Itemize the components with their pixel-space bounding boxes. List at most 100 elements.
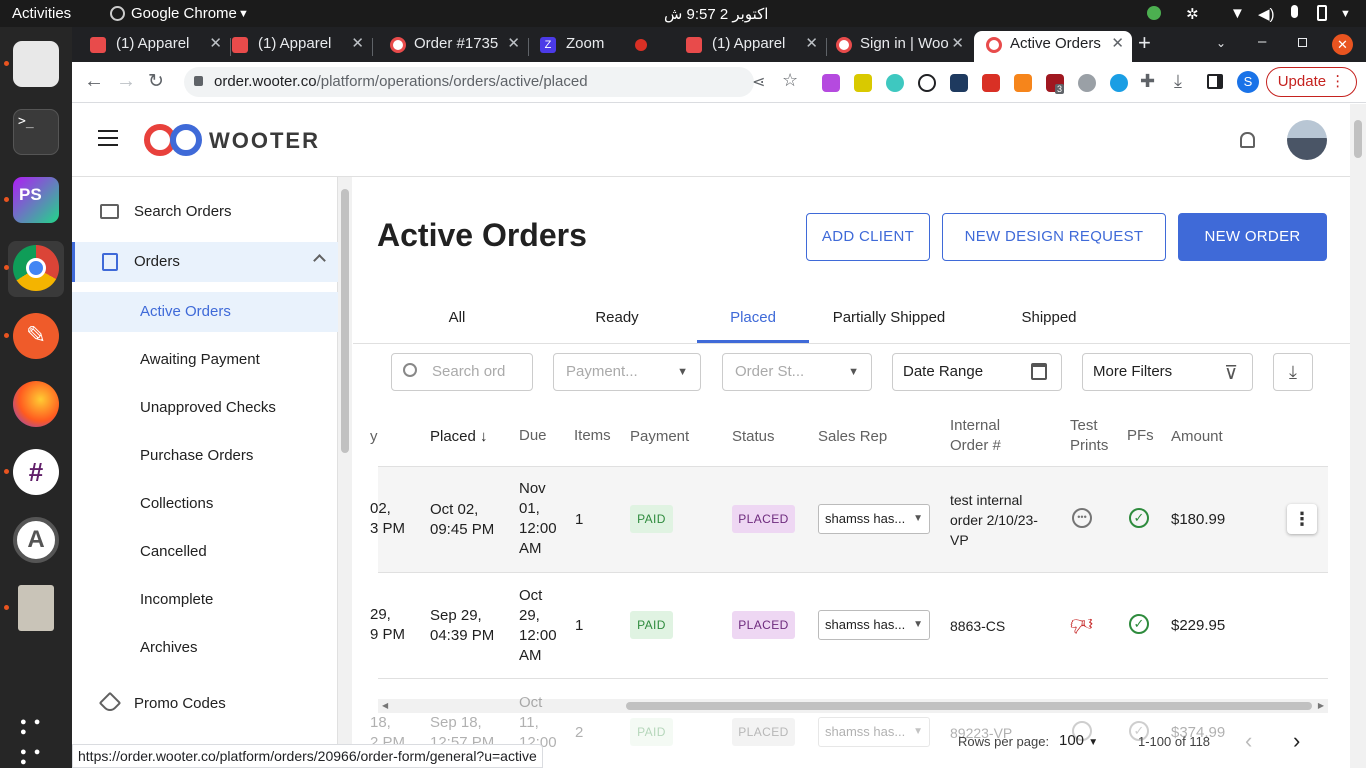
clock[interactable]: اکتوبر 2 9:57 ش — [664, 5, 768, 23]
sidebar-item-collections[interactable]: Collections — [72, 484, 338, 524]
bookmark-star-icon[interactable]: ☆ — [782, 70, 798, 91]
download-icon[interactable]: ⤓ — [1174, 71, 1182, 92]
extension-pen-icon[interactable] — [822, 74, 840, 92]
show-apps-grid-icon[interactable]: ● ● ●● ● ●● ● ● — [20, 717, 52, 768]
settings-tray-icon[interactable]: ✲ — [1186, 5, 1199, 23]
phpstorm-icon[interactable]: PS — [13, 177, 59, 223]
extension-bolt-icon[interactable] — [854, 74, 872, 92]
browser-tab[interactable]: Order #1735 ✕ — [372, 31, 528, 62]
row-actions-kebab-icon[interactable]: ⋮ — [1287, 504, 1317, 534]
hamburger-menu-icon[interactable] — [98, 130, 118, 146]
column-header-due[interactable]: Due — [519, 426, 547, 446]
date-range-filter[interactable]: Date Range — [892, 353, 1062, 391]
wifi-icon[interactable]: ▼ — [1230, 5, 1245, 22]
extension-globe-icon[interactable] — [1078, 74, 1096, 92]
rows-per-page-select[interactable]: 100 ▼ — [1059, 732, 1098, 749]
sidebar-item-archives[interactable]: Archives — [72, 628, 338, 668]
sidebar-item-unapproved-checks[interactable]: Unapproved Checks — [72, 388, 338, 428]
tab-shipped[interactable]: Shipped — [969, 299, 1129, 343]
browser-tab[interactable] — [617, 31, 667, 62]
page-scrollbar[interactable] — [1350, 104, 1366, 768]
test-prints-pending-icon[interactable]: ••• — [1072, 508, 1092, 528]
close-tab-icon[interactable]: ✕ — [951, 31, 964, 57]
column-header-pfs[interactable]: PFs — [1127, 426, 1154, 446]
sidebar-item-promo-codes[interactable]: Promo Codes — [72, 684, 338, 724]
tab-all[interactable]: All — [377, 299, 537, 343]
search-orders-input[interactable]: Search ord — [391, 353, 533, 391]
extensions-puzzle-icon[interactable]: ✚ — [1140, 71, 1155, 92]
column-header-payment[interactable]: Payment — [630, 427, 689, 447]
sidebar-item-orders[interactable]: Orders — [72, 242, 338, 282]
previous-page-icon[interactable]: ‹ — [1245, 728, 1252, 754]
chevron-up-icon[interactable] — [313, 254, 326, 267]
extension-react-icon[interactable] — [982, 74, 1000, 92]
close-tab-icon[interactable]: ✕ — [1111, 31, 1124, 57]
sidebar-item-awaiting-payment[interactable]: Awaiting Payment — [72, 340, 338, 380]
sidebar-item-purchase-orders[interactable]: Purchase Orders — [72, 436, 338, 476]
address-bar[interactable]: order.wooter.co/platform/operations/orde… — [184, 67, 798, 97]
browser-tab[interactable]: (1) Apparel ✕ — [668, 31, 826, 62]
tab-search-icon[interactable]: ⌄ — [1216, 36, 1226, 50]
slack-icon[interactable]: # — [13, 449, 59, 495]
files-icon[interactable] — [13, 41, 59, 87]
add-client-button[interactable]: ADD CLIENT — [806, 213, 930, 261]
archive-manager-icon[interactable] — [18, 585, 54, 631]
sidebar-scrollbar[interactable] — [338, 177, 352, 768]
page-scrollbar-thumb[interactable] — [1354, 120, 1362, 158]
payment-filter-select[interactable]: Payment... ▼ — [553, 353, 701, 391]
browser-tab[interactable]: (1) Apparel ✕ — [72, 31, 230, 62]
software-updater-icon[interactable]: A — [13, 517, 59, 563]
column-header-test-prints[interactable]: Test Prints — [1070, 416, 1108, 456]
column-header-internal-order[interactable]: Internal Order # — [950, 416, 1001, 456]
tab-partially-shipped[interactable]: Partially Shipped — [809, 299, 969, 343]
side-panel-icon[interactable] — [1207, 74, 1223, 89]
new-order-button[interactable]: NEW ORDER — [1178, 213, 1327, 261]
close-tab-icon[interactable]: ✕ — [507, 31, 520, 57]
column-header-amount[interactable]: Amount — [1171, 427, 1223, 447]
metamask-icon[interactable] — [1014, 74, 1032, 92]
volume-icon[interactable]: ◀) — [1258, 5, 1275, 23]
activities-button[interactable]: Activities — [12, 5, 71, 22]
sidebar-item-incomplete[interactable]: Incomplete — [72, 580, 338, 620]
browser-tab[interactable]: Z Zoom — [522, 31, 622, 62]
sales-rep-select[interactable]: shamss has... ▼ — [818, 610, 930, 640]
close-tab-icon[interactable]: ✕ — [805, 31, 818, 57]
postman-icon[interactable]: ✎ — [13, 313, 59, 359]
extension-check-icon[interactable] — [918, 74, 936, 92]
profile-avatar[interactable]: S — [1237, 71, 1259, 93]
sidebar-item-search-orders[interactable]: Search Orders — [72, 192, 338, 232]
update-tray-icon[interactable] — [1147, 6, 1161, 20]
minimize-button[interactable]: – — [1258, 33, 1266, 50]
terminal-icon[interactable]: >_ — [13, 109, 59, 155]
close-window-button[interactable]: ✕ — [1332, 34, 1353, 55]
column-header-placed[interactable]: Placed ↓ — [430, 427, 488, 447]
system-menu-chevron-icon[interactable]: ▼ — [1340, 8, 1351, 20]
column-header-sales-rep[interactable]: Sales Rep — [818, 427, 887, 447]
new-tab-button[interactable]: + — [1138, 30, 1151, 56]
test-prints-thumbs-down-icon[interactable]: 👍︎ — [1070, 611, 1093, 638]
firefox-icon[interactable] — [13, 381, 59, 427]
microphone-icon[interactable] — [1291, 5, 1298, 18]
tab-ready[interactable]: Ready — [537, 299, 697, 343]
extension-target-icon[interactable] — [886, 74, 904, 92]
sidebar-item-active-orders[interactable]: Active Orders — [72, 292, 338, 332]
more-filters-button[interactable]: More Filters ⊽ — [1082, 353, 1253, 391]
new-design-request-button[interactable]: NEW DESIGN REQUEST — [942, 213, 1166, 261]
download-export-icon[interactable]: ⤓ — [1273, 353, 1313, 391]
browser-tab[interactable]: (1) Apparel ✕ — [214, 31, 372, 62]
sales-rep-select[interactable]: shamss has... ▼ — [818, 504, 930, 534]
notifications-bell-icon[interactable] — [1240, 132, 1255, 148]
column-header-items[interactable]: Items — [574, 426, 611, 446]
extension-edge-icon[interactable] — [1110, 74, 1128, 92]
sidebar-item-cancelled[interactable]: Cancelled — [72, 532, 338, 572]
wooter-logo-icon[interactable] — [144, 124, 202, 156]
browser-tab[interactable]: Sign in | Woo ✕ — [822, 31, 972, 62]
forward-arrow-icon[interactable]: → — [116, 70, 136, 93]
reload-icon[interactable]: ↻ — [148, 70, 164, 93]
column-header-status[interactable]: Status — [732, 427, 775, 447]
order-status-filter-select[interactable]: Order St... ▼ — [722, 353, 872, 391]
app-menu[interactable]: Google Chrome — [131, 5, 237, 22]
update-chrome-button[interactable]: Update ⋮ — [1266, 67, 1357, 97]
browser-tab-active[interactable]: Active Orders ✕ — [974, 31, 1132, 62]
tab-placed[interactable]: Placed — [697, 299, 809, 343]
